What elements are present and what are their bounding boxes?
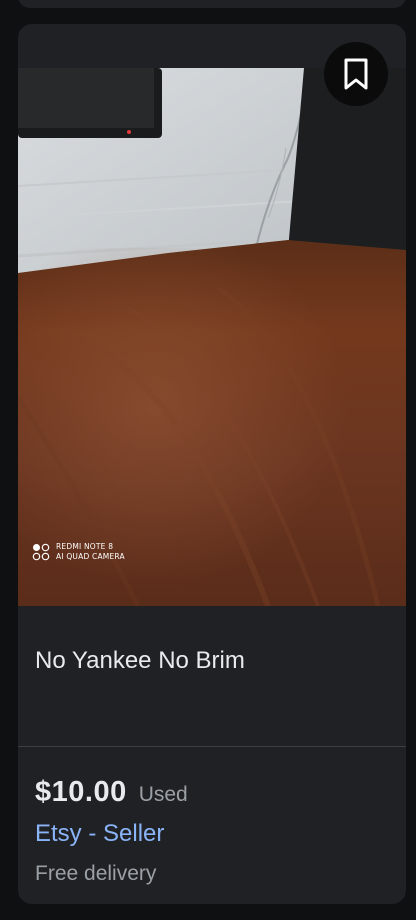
product-photo	[18, 68, 406, 606]
camera-watermark: REDMI NOTE 8 AI QUAD CAMERA	[32, 542, 125, 562]
product-condition: Used	[138, 783, 188, 806]
divider	[18, 746, 406, 747]
product-card[interactable]: REDMI NOTE 8 AI QUAD CAMERA No Yankee No…	[18, 24, 406, 904]
delivery-info: Free delivery	[35, 862, 157, 885]
previous-card-edge	[18, 0, 406, 8]
watermark-line2: AI QUAD CAMERA	[56, 552, 125, 561]
camera-logo-icon	[32, 543, 50, 561]
bookmark-outline-icon	[344, 58, 368, 90]
price-row: $10.00 Used	[35, 776, 188, 809]
seller-link[interactable]: Etsy - Seller	[35, 820, 164, 848]
product-price: $10.00	[35, 776, 127, 808]
watermark-text: REDMI NOTE 8 AI QUAD CAMERA	[56, 542, 125, 562]
product-image[interactable]: REDMI NOTE 8 AI QUAD CAMERA	[18, 68, 406, 606]
watermark-line1: REDMI NOTE 8	[56, 542, 114, 551]
bookmark-button[interactable]	[324, 42, 388, 106]
product-title[interactable]: No Yankee No Brim	[35, 646, 245, 676]
